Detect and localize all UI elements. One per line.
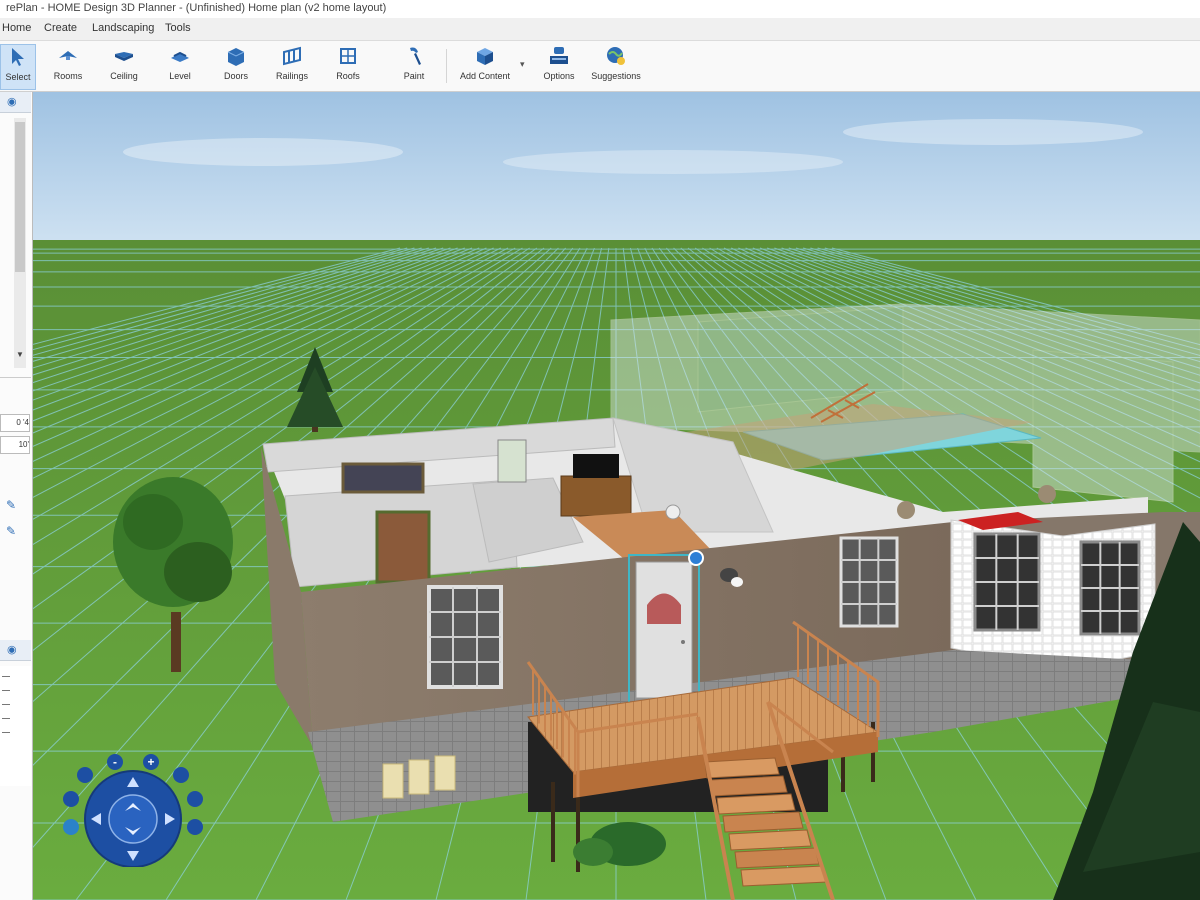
shrub [573,838,613,866]
suggestions-icon [607,47,625,65]
menu-item-home[interactable]: Home [2,22,31,34]
lamp [1038,485,1056,503]
select-button[interactable]: Select [0,44,36,90]
stair-step [716,793,796,815]
add-content-dropdown-icon[interactable]: ▾ [520,59,525,70]
object-list[interactable] [0,666,31,786]
panel-divider [0,377,31,378]
cloud [843,119,1143,145]
add-content-icon [477,48,493,65]
planter [382,763,404,799]
tv-cabinet [560,475,632,517]
panel-header-top: ◉ [0,92,31,113]
tv [573,454,619,478]
suggestions-button[interactable]: Suggestions [590,44,642,88]
ceiling-icon [115,52,133,61]
ceiling-button[interactable]: Ceiling [102,44,146,88]
panel-scrollbar[interactable] [14,118,26,368]
wall-light [731,577,743,587]
navigation-control[interactable]: - + [63,747,203,867]
left-panel: ◉ ▼ 0 '4 10' ✎ ✎ ◉ [0,92,33,900]
pick-tool-icon[interactable]: ✎ [6,498,16,512]
panel-expand-icon[interactable]: ◉ [7,95,17,108]
stair-step [710,775,788,797]
interior-doorway [375,510,431,584]
cloud [503,150,843,174]
railings-button[interactable]: Railings [270,44,314,88]
paint-icon [410,47,421,65]
roof-icon [340,48,356,64]
stair-step [704,757,780,779]
rooms-button[interactable]: Rooms [46,44,90,88]
selection-handle-top [688,550,704,566]
railing-icon [283,46,301,66]
back-door [497,439,527,483]
menu-bar: Home Create Landscaping Tools [0,18,1200,41]
lamp [665,504,681,520]
interior-window [341,462,425,494]
level-icon [171,51,189,62]
panel-expand-icon-2[interactable]: ◉ [7,643,17,656]
panel-header-bottom: ◉ [0,640,31,661]
door-icon [227,48,245,66]
dimension-field-1[interactable]: 0 '4 [0,414,30,432]
measure-tool-icon[interactable]: ✎ [6,524,16,538]
stair-step [734,847,820,869]
menu-item-tools[interactable]: Tools [165,22,191,34]
stair-step [728,829,812,851]
title-bar: rePlan - HOME Design 3D Planner - (Unfin… [0,0,1200,19]
front-door [635,561,693,699]
door-handle [681,640,685,644]
menu-item-landscaping[interactable]: Landscaping [92,22,154,34]
roofs-button[interactable]: Roofs [326,44,370,88]
stair-step [722,811,804,833]
3d-scene[interactable] [33,92,1200,900]
3d-viewport[interactable]: - + [33,92,1200,900]
level-button[interactable]: Level [158,44,202,88]
planter [434,755,456,791]
cloud [123,138,403,166]
scroll-down-icon[interactable]: ▼ [16,350,24,359]
menu-item-create[interactable]: Create [44,22,77,34]
select-icon [12,48,24,66]
planter [408,759,430,795]
panel-scroll-thumb[interactable] [15,122,25,272]
zoom-out-button[interactable]: - [110,753,120,771]
options-button[interactable]: Options [536,44,582,88]
window-title: rePlan - HOME Design 3D Planner - (Unfin… [6,2,387,14]
toolbar-separator [446,49,447,83]
paint-button[interactable]: Paint [392,44,436,88]
stair-step [740,865,828,887]
options-icon [550,47,568,64]
rooms-icon [59,51,77,60]
toolbar: Select Rooms Ceiling Level Doors Railing… [0,41,1200,92]
lamp [897,501,915,519]
add-content-button[interactable]: Add Content [454,44,516,88]
dimension-field-2[interactable]: 10' [0,436,30,454]
zoom-in-button[interactable]: + [146,753,156,771]
doors-button[interactable]: Doors [214,44,258,88]
